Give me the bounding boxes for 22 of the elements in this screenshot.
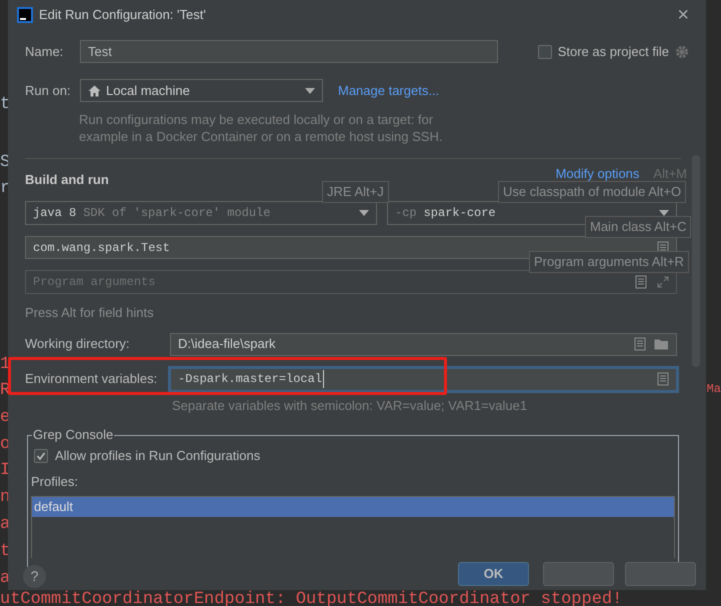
hint-text: Separate variables with semicolon: VAR=value; VAR1=value1 [172, 396, 528, 415]
field-label: Run on: [25, 82, 72, 100]
code-fragment: t [0, 94, 10, 116]
field-label: Working directory: [25, 335, 131, 354]
window-title: Edit Run Configuration: 'Test' [39, 6, 206, 24]
shortcut-tooltip: JRE Alt+J [322, 181, 389, 203]
checkbox-label: Allow profiles in Run Configurations [55, 447, 260, 465]
code-fragment: t [0, 541, 10, 563]
shortcut-tooltip: Program arguments Alt+R [529, 251, 689, 273]
field-label: Environment variables: [25, 370, 158, 388]
group-title: Grep Console [32, 427, 114, 443]
hint-text: Press Alt for field hints [25, 304, 155, 322]
checkbox-label: Store as project file [558, 42, 669, 61]
hint-text: Run configurations may be executed locally or on a target: for example in a Docker Container or on a remote host using SSH. [79, 111, 444, 145]
code-fragment: I [0, 460, 10, 482]
field-label: Name: [25, 42, 64, 61]
shortcut-tooltip: Use classpath of module Alt+O [498, 181, 686, 203]
section-title: Build and run [25, 171, 109, 190]
field-label: Profiles: [31, 472, 79, 490]
code-fragment: r [0, 178, 10, 200]
shortcut-tooltip: Main class Alt+C [585, 216, 692, 238]
code-fragment: Ma [706, 381, 721, 398]
